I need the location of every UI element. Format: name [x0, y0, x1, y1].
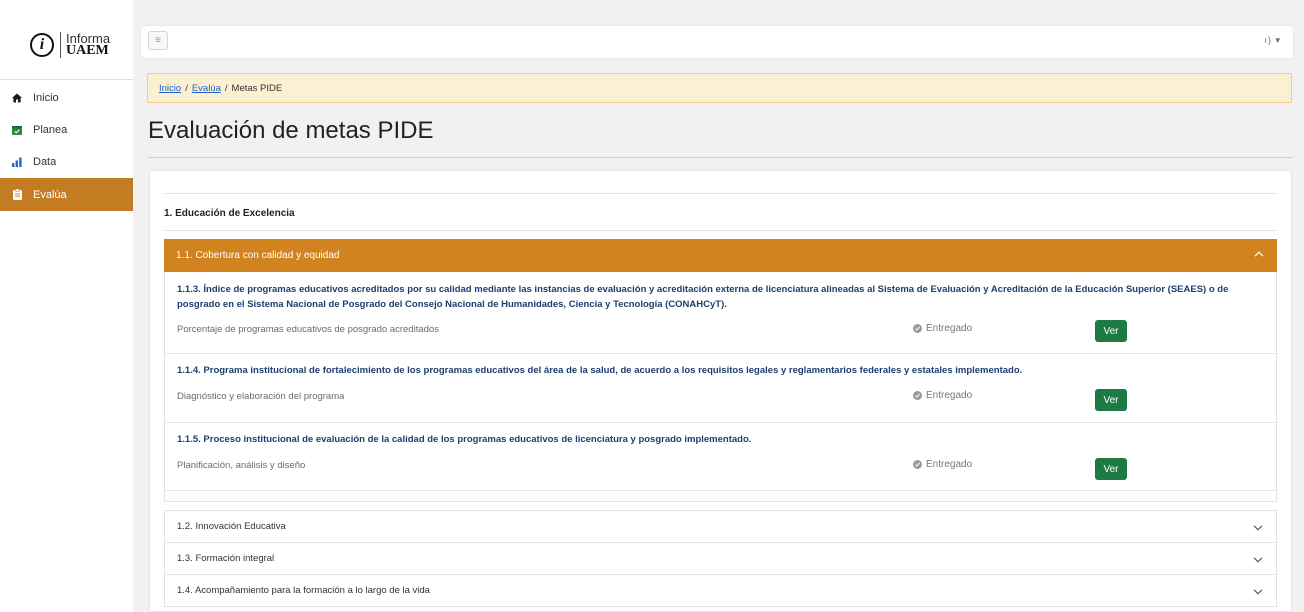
status-label: Entregado: [926, 323, 973, 334]
chevron-down-icon: [1253, 587, 1263, 598]
goals-card: 1. Educación de Excelencia 1.1. Cobertur…: [149, 170, 1292, 612]
user-menu-caret: ı) ▾: [1264, 35, 1281, 45]
accordion-header-1-2[interactable]: 1.2. Innovación Educativa: [164, 510, 1277, 543]
breadcrumb-link-inicio[interactable]: Inicio: [159, 83, 181, 94]
chevron-down-icon: [1253, 555, 1263, 566]
section-title: 1. Educación de Excelencia: [164, 208, 295, 219]
item-title: 1.1.4. Programa institucional de fortale…: [177, 365, 1023, 376]
accordion-header-1-4[interactable]: 1.4. Acompañamiento para la formación a …: [164, 574, 1277, 607]
breadcrumb-link-evalua[interactable]: Evalúa: [192, 83, 221, 94]
sidebar-item-data[interactable]: Data: [0, 148, 133, 176]
accordion-title: 1.3. Formación integral: [177, 553, 275, 564]
accordion-header-1-1[interactable]: 1.1. Cobertura con calidad y equidad: [164, 239, 1277, 272]
breadcrumb-separator: /: [224, 82, 228, 94]
title-divider: [148, 157, 1293, 158]
card-divider: [164, 193, 1277, 194]
status-badge: Entregado: [913, 459, 972, 470]
breadcrumb-current: Metas PIDE: [231, 82, 283, 94]
home-icon: [12, 93, 22, 103]
chevron-down-icon: [1253, 523, 1263, 534]
status-badge: Entregado: [913, 390, 972, 401]
item-subtitle: Porcentaje de programas educativos de po…: [177, 324, 439, 335]
status-label: Entregado: [926, 390, 973, 401]
ver-button[interactable]: Ver: [1095, 320, 1127, 342]
user-menu[interactable]: ı) ▾: [1264, 35, 1281, 46]
breadcrumb-separator: /: [185, 82, 188, 94]
accordion-title: 1.4. Acompañamiento para la formación a …: [177, 585, 430, 596]
item-divider: [165, 490, 1276, 491]
status-label: Entregado: [926, 459, 973, 470]
status-badge: Entregado: [913, 323, 972, 334]
main-content: ≡ ı) ▾ Inicio / Evalúa / Metas PIDE Eval…: [133, 0, 1304, 612]
accordion-header-1-3[interactable]: 1.3. Formación integral: [164, 542, 1277, 575]
list-item: 1.1.5. Proceso institucional de evaluaci…: [165, 423, 1276, 491]
sidebar: i Informa UAEM Inicio Planea Data Evalúa: [0, 0, 133, 612]
check-circle-icon: [913, 391, 922, 400]
item-title: 1.1.5. Proceso institucional de evaluaci…: [177, 434, 752, 445]
list-item: 1.1.4. Programa institucional de fortale…: [165, 354, 1276, 423]
sidebar-item-inicio[interactable]: Inicio: [0, 84, 133, 112]
sidebar-item-label: Evalúa: [33, 188, 67, 201]
sidebar-item-planea[interactable]: Planea: [0, 116, 133, 144]
sidebar-divider: [0, 79, 133, 80]
sidebar-item-evalua[interactable]: Evalúa: [0, 178, 133, 211]
top-navbar: ≡ ı) ▾: [141, 26, 1293, 58]
page-title: Evaluación de metas PIDE: [148, 117, 434, 144]
bar-chart-icon: [12, 157, 22, 167]
sidebar-item-label: Inicio: [33, 92, 59, 104]
clipboard-icon: [12, 189, 22, 200]
accordion-open: 1.1. Cobertura con calidad y equidad 1.1…: [164, 239, 1277, 502]
item-subtitle: Diagnóstico y elaboración del programa: [177, 391, 345, 402]
informa-uaem-logo[interactable]: i Informa UAEM: [30, 30, 110, 60]
logo-text: Informa UAEM: [66, 32, 110, 58]
logo-divider: [60, 32, 61, 58]
check-circle-icon: [913, 460, 922, 469]
logo-text-bottom: UAEM: [66, 43, 109, 58]
item-title: 1.1.3. Índice de programas educativos ac…: [177, 284, 1229, 310]
accordion-title: 1.1. Cobertura con calidad y equidad: [176, 250, 340, 261]
info-icon: i: [30, 33, 54, 57]
item-subtitle: Planificación, análisis y diseño: [177, 460, 306, 471]
ver-button[interactable]: Ver: [1095, 458, 1127, 480]
check-circle-icon: [913, 324, 922, 333]
calendar-icon: [12, 125, 22, 135]
accordion-title: 1.2. Innovación Educativa: [177, 521, 286, 532]
sidebar-item-label: Planea: [33, 124, 68, 136]
sidebar-item-label: Data: [33, 156, 57, 168]
hamburger-icon: ≡: [155, 35, 161, 46]
chevron-up-icon: [1254, 249, 1264, 260]
breadcrumb: Inicio / Evalúa / Metas PIDE: [147, 73, 1292, 103]
card-divider: [164, 230, 1277, 231]
ver-button[interactable]: Ver: [1095, 389, 1127, 411]
list-item: 1.1.3. Índice de programas educativos ac…: [165, 272, 1276, 354]
menu-toggle-button[interactable]: ≡: [148, 31, 168, 50]
